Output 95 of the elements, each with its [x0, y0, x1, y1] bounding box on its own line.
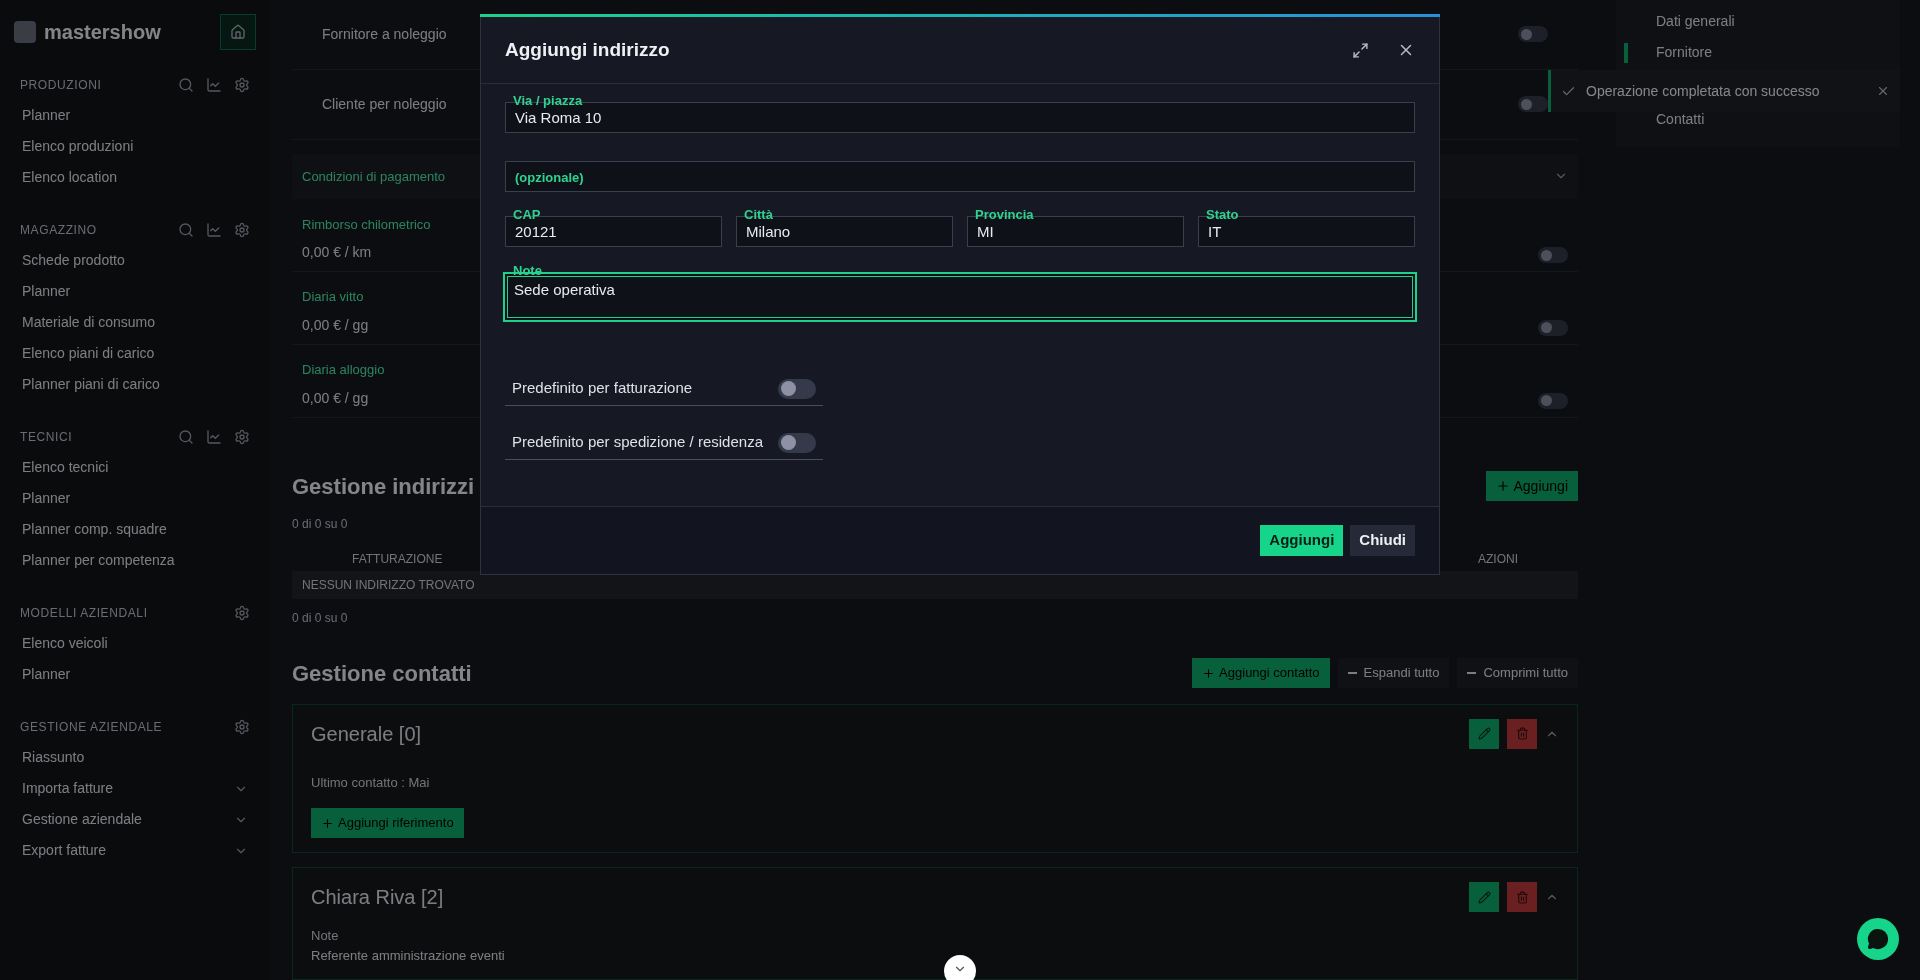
- toggle-label: Predefinito per fatturazione: [512, 378, 693, 399]
- add-address-button[interactable]: Aggiungi: [1485, 471, 1578, 502]
- search-icon[interactable]: [178, 222, 194, 238]
- nav-item[interactable]: Export fatture: [22, 840, 107, 861]
- add-reference-button[interactable]: Aggiungi riferimento: [311, 808, 464, 839]
- toast-message: Operazione completata con successo: [1586, 81, 1821, 101]
- note-label: Note: [311, 927, 340, 946]
- toggle-switch[interactable]: [1538, 319, 1568, 336]
- section-heading: Gestione contatti: [292, 659, 472, 688]
- toggle-label: Predefinito per spedizione / residenza: [512, 432, 763, 453]
- plus-icon: [321, 816, 334, 830]
- notes-field[interactable]: Sede operativa: [503, 272, 1417, 322]
- logo-text: mastershow: [44, 20, 161, 45]
- section-title: PRODUZIONI: [20, 77, 102, 94]
- minus-icon: [1347, 672, 1357, 675]
- rate-label: Rimborso chilometrico: [302, 215, 431, 234]
- search-icon[interactable]: [178, 429, 194, 445]
- section-heading: Gestione indirizzi: [292, 472, 475, 501]
- logo-icon: [14, 21, 36, 43]
- toggle-switch[interactable]: [1538, 247, 1568, 264]
- edit-button[interactable]: [1469, 718, 1499, 749]
- settings-icon[interactable]: [234, 77, 250, 93]
- section-title: MAGAZZINO: [20, 222, 97, 239]
- settings-icon[interactable]: [234, 429, 250, 445]
- last-contact-text: Ultimo contatto : Mai: [311, 773, 431, 792]
- add-button[interactable]: Aggiungi: [1260, 525, 1344, 556]
- trash-icon: [1515, 727, 1529, 741]
- nav-item[interactable]: Planner piani di carico: [22, 374, 160, 395]
- expand-icon[interactable]: [1352, 41, 1369, 59]
- settings-icon[interactable]: [234, 222, 250, 238]
- section-nav-item[interactable]: Fornitore: [1656, 42, 1713, 63]
- contact-name: Generale [0]: [311, 721, 422, 747]
- note-text: Referente amministrazione eventi: [311, 946, 506, 965]
- dialog-title: Aggiungi indirizzo: [505, 37, 670, 62]
- contact-name: Chiara Riva [2]: [311, 885, 444, 911]
- edit-button[interactable]: [1469, 882, 1499, 913]
- nav-item[interactable]: Planner comp. squadre: [22, 519, 167, 540]
- rate-value: 0,00 € / gg: [302, 388, 370, 408]
- pencil-icon: [1477, 890, 1491, 904]
- nav-item[interactable]: Elenco tecnici: [22, 457, 109, 478]
- toggle-switch[interactable]: [778, 432, 816, 453]
- column-header: FATTURAZIONE: [352, 550, 443, 568]
- chart-icon[interactable]: [206, 429, 222, 445]
- toggle-switch[interactable]: [1538, 392, 1568, 409]
- delete-button[interactable]: [1507, 882, 1537, 913]
- delete-button[interactable]: [1507, 718, 1537, 749]
- column-header: AZIONI: [1478, 550, 1518, 568]
- toggle-switch[interactable]: [1518, 96, 1548, 113]
- pencil-icon: [1477, 727, 1491, 741]
- nav-item[interactable]: Elenco produzioni: [22, 136, 134, 157]
- section-nav-item[interactable]: Dati generali: [1656, 11, 1735, 32]
- toolbar-button[interactable]: Comprimi tutto: [1457, 658, 1578, 689]
- chat-bubble-icon: [1867, 928, 1889, 950]
- nav-item[interactable]: Planner: [22, 281, 71, 302]
- toolbar-button[interactable]: Aggiungi contatto: [1192, 658, 1330, 689]
- section-title: TECNICI: [20, 429, 73, 446]
- rate-value: 0,00 € / gg: [302, 315, 369, 335]
- rate-label: Diaria alloggio: [302, 361, 385, 380]
- chart-icon[interactable]: [206, 77, 222, 93]
- settings-icon[interactable]: [234, 719, 250, 735]
- nav-item[interactable]: Riassunto: [22, 747, 85, 768]
- section-nav-item[interactable]: Contatti: [1656, 109, 1705, 130]
- nav-item[interactable]: Elenco location: [22, 167, 117, 188]
- text-field[interactable]: (opzionale): [505, 161, 1415, 192]
- nav-item[interactable]: Importa fatture: [22, 778, 114, 799]
- plus-icon: [1202, 666, 1216, 680]
- toggle-switch[interactable]: [1518, 26, 1548, 43]
- section-title: MODELLI AZIENDALI: [20, 605, 148, 622]
- home-icon: [230, 24, 246, 40]
- section-title: GESTIONE AZIENDALE: [20, 719, 163, 736]
- nav-item[interactable]: Planner: [22, 488, 71, 509]
- toggle-switch[interactable]: [778, 378, 816, 399]
- nav-item[interactable]: Planner: [22, 105, 71, 126]
- rate-value: 0,00 € / km: [302, 243, 373, 263]
- minus-icon: [1467, 672, 1477, 675]
- nav-item[interactable]: Planner: [22, 664, 71, 685]
- close-button[interactable]: Chiudi: [1350, 525, 1415, 556]
- home-button[interactable]: [220, 14, 256, 50]
- flag-label: Cliente per noleggio: [322, 94, 447, 114]
- chart-icon[interactable]: [206, 222, 222, 238]
- nav-item[interactable]: Gestione aziendale: [22, 809, 142, 830]
- flag-label: Fornitore a noleggio: [322, 24, 447, 44]
- rate-label: Diaria vitto: [302, 288, 365, 307]
- nav-item[interactable]: Elenco piani di carico: [22, 343, 155, 364]
- trash-icon: [1515, 890, 1529, 904]
- nav-item[interactable]: Schede prodotto: [22, 250, 125, 271]
- pagination-text: 0 di 0 su 0: [292, 609, 349, 627]
- nav-item[interactable]: Materiale di consumo: [22, 312, 156, 333]
- nav-item[interactable]: Elenco veicoli: [22, 633, 108, 654]
- plus-icon: [1495, 479, 1510, 494]
- pagination-text: 0 di 0 su 0: [292, 515, 349, 533]
- search-icon[interactable]: [178, 77, 194, 93]
- toolbar-button[interactable]: Espandi tutto: [1337, 658, 1450, 689]
- nav-item[interactable]: Planner per competenza: [22, 550, 175, 571]
- settings-icon[interactable]: [234, 605, 250, 621]
